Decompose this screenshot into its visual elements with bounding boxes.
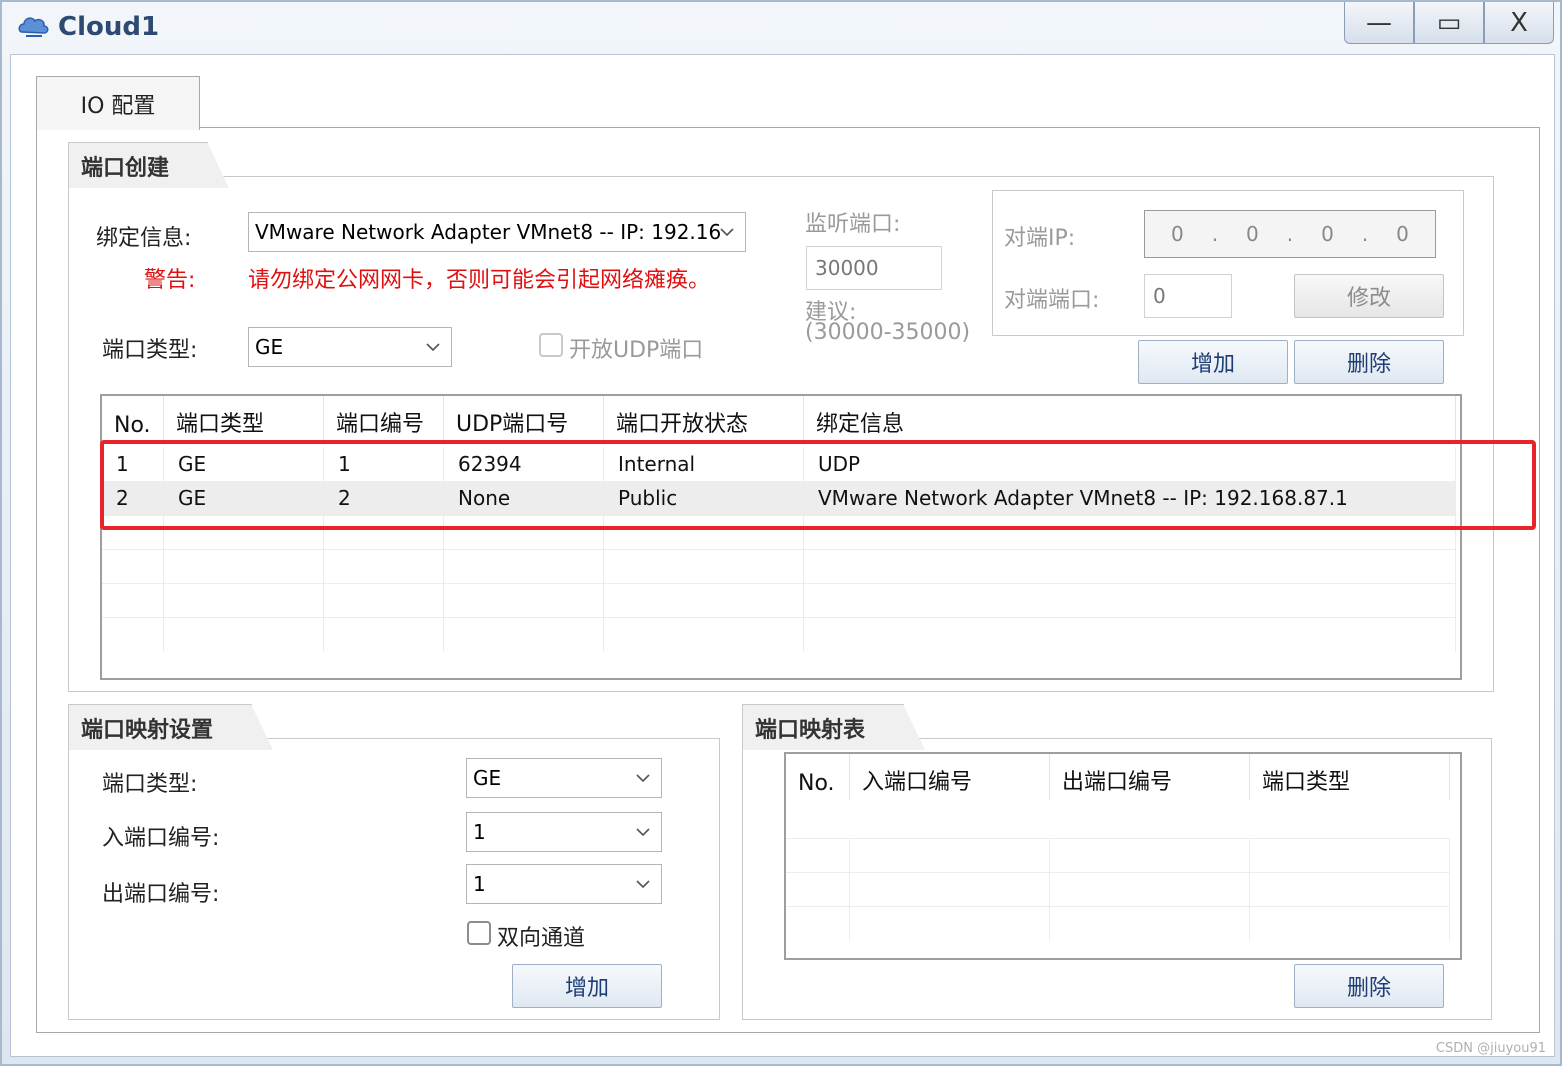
mapping-port-type-select[interactable]: GE: [466, 758, 662, 798]
column-header[interactable]: 端口类型: [1250, 754, 1450, 800]
port-table-header: No. 端口类型 端口编号 UDP端口号 端口开放状态 绑定信息: [102, 396, 1456, 442]
tab-io-config[interactable]: IO 配置: [36, 76, 200, 130]
table-row[interactable]: 1 GE 1 62394 Internal UDP: [102, 447, 1456, 481]
peer-ip-input[interactable]: 0 . 0 . 0 . 0: [1144, 210, 1436, 258]
close-icon: X: [1510, 7, 1528, 38]
mapping-table: No. 入端口编号 出端口编号 端口类型: [784, 752, 1462, 960]
listen-port-input[interactable]: 30000: [806, 246, 942, 290]
empty-table-row: [102, 583, 1456, 618]
empty-table-row: [786, 872, 1450, 907]
column-header[interactable]: 端口开放状态: [604, 396, 804, 442]
in-port-label: 入端口编号:: [102, 826, 220, 851]
bidirectional-checkbox[interactable]: [467, 921, 491, 945]
peer-ip-dot: .: [1286, 222, 1294, 246]
out-port-value: 1: [473, 872, 486, 896]
table-cell: 2: [102, 481, 164, 515]
table-cell: 62394: [444, 447, 604, 481]
title-bar[interactable]: Cloud1 — ▭ X: [2, 2, 1560, 54]
minimize-icon: —: [1366, 7, 1392, 38]
peer-ip-octet-1: 0: [1170, 222, 1184, 246]
bind-info-value: VMware Network Adapter VMnet8 -- IP: 192…: [255, 220, 722, 244]
bind-info-select[interactable]: VMware Network Adapter VMnet8 -- IP: 192…: [248, 212, 746, 252]
table-cell: 1: [102, 447, 164, 481]
port-type-select[interactable]: GE: [248, 327, 452, 367]
peer-ip-octet-2: 0: [1246, 222, 1259, 246]
port-type-value: GE: [255, 335, 284, 359]
column-header[interactable]: 绑定信息: [804, 396, 1456, 442]
table-cell: VMware Network Adapter VMnet8 -- IP: 192…: [804, 481, 1456, 515]
empty-table-row: [102, 617, 1456, 652]
delete-port-button[interactable]: 删除: [1294, 340, 1444, 384]
bidirectional-label: 双向通道: [497, 926, 586, 951]
udp-port-checkbox[interactable]: [539, 333, 563, 357]
mapping-port-type-label: 端口类型:: [102, 772, 198, 797]
delete-mapping-button[interactable]: 删除: [1294, 964, 1444, 1008]
mapping-table-group-title: 端口映射表: [742, 704, 925, 750]
peer-port-label: 对端端口:: [1004, 288, 1100, 313]
column-header[interactable]: No.: [102, 396, 164, 442]
peer-ip-label: 对端IP:: [1004, 226, 1076, 251]
in-port-select[interactable]: 1: [466, 812, 662, 852]
window-controls: — ▭ X: [1344, 2, 1554, 44]
column-header[interactable]: 端口类型: [164, 396, 324, 442]
peer-ip-octet-4: 0: [1396, 222, 1409, 246]
table-cell: None: [444, 481, 604, 515]
table-row[interactable]: 2 GE 2 None Public VMware Network Adapte…: [102, 481, 1456, 515]
modify-button[interactable]: 修改: [1294, 274, 1444, 318]
chevron-down-icon: [636, 880, 650, 889]
peer-port-value: 0: [1153, 284, 1166, 308]
column-header[interactable]: 入端口编号: [850, 754, 1050, 800]
table-cell: 1: [324, 447, 444, 481]
chevron-down-icon: [636, 828, 650, 837]
peer-port-input[interactable]: 0: [1144, 274, 1232, 318]
chevron-down-icon: [426, 343, 440, 352]
port-mapping-group-title: 端口映射设置: [68, 704, 273, 750]
listen-port-value: 30000: [815, 256, 879, 280]
out-port-label: 出端口编号:: [102, 882, 220, 907]
empty-table-row: [102, 549, 1456, 584]
add-port-button[interactable]: 增加: [1138, 340, 1288, 384]
table-cell: Internal: [604, 447, 804, 481]
peer-ip-dot: .: [1211, 222, 1219, 246]
table-cell: GE: [164, 481, 324, 515]
peer-ip-octet-3: 0: [1321, 222, 1334, 246]
port-create-group-title: 端口创建: [68, 142, 229, 188]
cloud-app-icon: [18, 17, 49, 37]
table-cell: GE: [164, 447, 324, 481]
port-table: No. 端口类型 端口编号 UDP端口号 端口开放状态 绑定信息 1 GE 1 …: [100, 394, 1462, 680]
maximize-button[interactable]: ▭: [1414, 2, 1484, 44]
table-cell: 2: [324, 481, 444, 515]
chevron-down-icon: [636, 774, 650, 783]
udp-port-checkbox-label: 开放UDP端口: [569, 338, 704, 363]
cloud-config-window: Cloud1 — ▭ X IO 配置 端口创建 绑定信息: VMware Net…: [0, 0, 1562, 1066]
in-port-value: 1: [473, 820, 486, 844]
peer-ip-dot: .: [1361, 222, 1369, 246]
table-cell: UDP: [804, 447, 1456, 481]
column-header[interactable]: 端口编号: [324, 396, 444, 442]
column-header[interactable]: 出端口编号: [1050, 754, 1250, 800]
empty-table-row: [786, 906, 1450, 941]
port-type-label: 端口类型:: [102, 338, 198, 363]
listen-port-label: 监听端口:: [805, 212, 901, 237]
column-header[interactable]: No.: [786, 754, 850, 800]
column-header[interactable]: UDP端口号: [444, 396, 604, 442]
mapping-table-header: No. 入端口编号 出端口编号 端口类型: [786, 754, 1450, 800]
out-port-select[interactable]: 1: [466, 864, 662, 904]
empty-table-row: [102, 515, 1456, 550]
window-title: Cloud1: [58, 12, 160, 42]
maximize-icon: ▭: [1436, 7, 1462, 38]
empty-table-row: [786, 838, 1450, 873]
add-mapping-button[interactable]: 增加: [512, 964, 662, 1008]
warning-label: 警告:: [144, 268, 196, 293]
suggest-range: (30000-35000): [805, 320, 971, 345]
close-button[interactable]: X: [1484, 2, 1554, 44]
minimize-button[interactable]: —: [1344, 2, 1414, 44]
bind-info-label: 绑定信息:: [96, 226, 192, 251]
warning-text: 请勿绑定公网网卡，否则可能会引起网络瘫痪。: [248, 268, 711, 293]
watermark: CSDN @jiuyou91: [1435, 1041, 1546, 1056]
chevron-down-icon: [720, 228, 734, 237]
mapping-port-type-value: GE: [473, 766, 502, 790]
table-cell: Public: [604, 481, 804, 515]
